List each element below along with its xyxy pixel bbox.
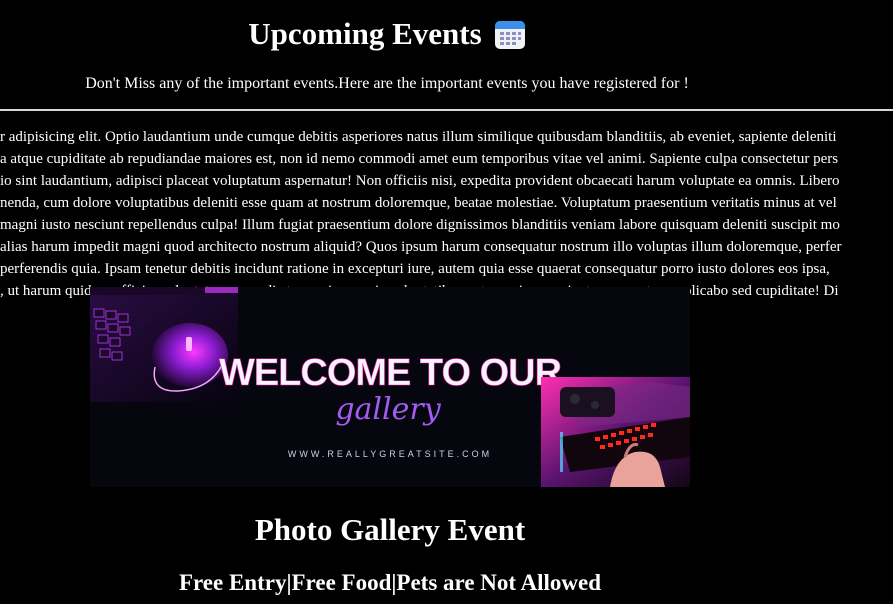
event-title: Photo Gallery Event <box>254 512 526 547</box>
intro-line: nenda, cum dolore voluptatibus deleniti … <box>0 195 837 211</box>
page: Upcoming Events Don't Miss any of the im… <box>0 0 893 604</box>
intro-line: magni iusto nesciunt repellendus culpa! … <box>0 217 840 233</box>
page-title-text: Upcoming Events <box>248 16 482 51</box>
banner-heading: WELCOME TO OUR <box>219 352 562 394</box>
keyboard-hand-photo <box>541 377 690 487</box>
intro-line: perferendis quia. Ipsam tenetur debitis … <box>0 261 830 277</box>
divider <box>0 109 893 111</box>
banner-url: WWW.REALLYGREATSITE.COM <box>288 449 492 459</box>
intro-line: io sint laudantium, adipisci placeat vol… <box>0 173 840 189</box>
banner-script-word: gallery <box>335 392 441 427</box>
page-subtitle: Don't Miss any of the important events.H… <box>85 75 689 92</box>
intro-line: alias harum impedit magni quod architect… <box>0 239 842 255</box>
intro-line: r adipisicing elit. Optio laudantium und… <box>0 129 837 145</box>
keyboard-mouse-photo <box>90 287 238 402</box>
header: Upcoming Events <box>0 16 774 52</box>
calendar-icon <box>494 18 526 50</box>
intro-text: r adipisicing elit. Optio laudantium und… <box>0 126 893 302</box>
page-title: Upcoming Events <box>248 16 525 52</box>
gallery-banner-image: WELCOME TO OUR gallery WWW.REALLYGREATSI… <box>90 287 690 487</box>
event-info: Free Entry|Free Food|Pets are Not Allowe… <box>178 570 602 595</box>
intro-line: a atque cupiditate ab repudiandae maiore… <box>0 151 839 167</box>
